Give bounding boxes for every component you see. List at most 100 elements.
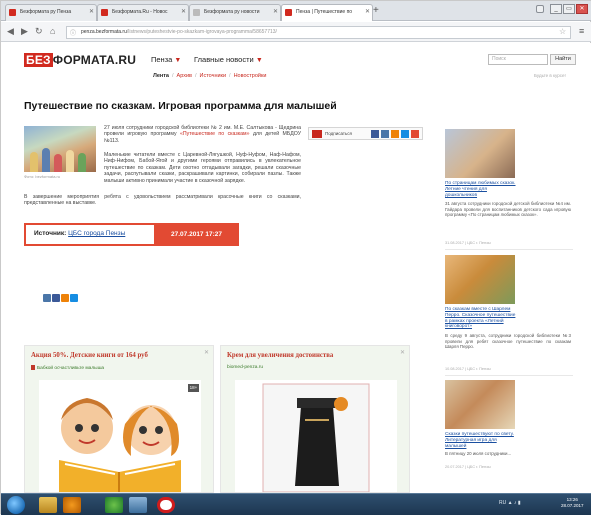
address-toolbar: ◀ ▶ ↻ ⌂ ⓘ penza.bezformata.ru/listnews/p… [1, 22, 591, 42]
opera-icon[interactable] [157, 497, 175, 513]
url-field[interactable]: ⓘ penza.bezformata.ru/listnews/puteshest… [66, 26, 571, 39]
search-button[interactable]: Найти [550, 54, 576, 65]
article-photo[interactable] [24, 126, 96, 172]
vk-icon[interactable] [381, 130, 389, 138]
odnoklassniki-icon[interactable] [391, 130, 399, 138]
related-news-link[interactable]: По страницам любимых сказок. Летние чтен… [445, 181, 519, 198]
bookmark-star-icon[interactable]: ☆ [559, 27, 566, 36]
close-icon[interactable]: ✕ [204, 349, 209, 356]
cream-tube-illustration [235, 380, 397, 493]
related-news-date: 10.08.2017 | ЦБС г. Пензы [445, 367, 491, 371]
article-title: Путешествие по сказкам. Игровая программ… [24, 100, 337, 112]
dropdown-arrow-icon: ▼ [174, 57, 182, 64]
subnav-link[interactable]: Архив [177, 73, 192, 79]
mailru-icon[interactable] [70, 294, 78, 302]
related-news-image[interactable] [445, 380, 515, 429]
related-news-date: 20.07.2017 | ЦБС г. Пензы [445, 465, 491, 469]
site-logo[interactable]: БЕЗ ФОРМАТА.RU [24, 53, 136, 67]
close-icon[interactable]: ✕ [400, 349, 405, 356]
reload-button[interactable]: ↻ [35, 26, 43, 37]
browser-tab[interactable]: Безформата ру Пенза ✕ [5, 4, 97, 21]
search-input[interactable]: Поиск [488, 54, 548, 65]
close-icon[interactable]: ✕ [365, 5, 370, 20]
tab-label: Безформата ру Пенза [20, 9, 72, 15]
tab-strip: Безформата ру Пенза ✕ Безформата.Ru - Но… [1, 1, 591, 21]
browser-tab[interactable]: Безформата.Ru - Новос ✕ [97, 4, 189, 21]
ad-image[interactable] [235, 380, 397, 493]
favicon-icon [101, 9, 108, 16]
dropdown-arrow-icon: ▼ [255, 57, 263, 64]
related-news-link[interactable]: По сказкам вместе с Шарлем Перро. Сказоч… [445, 307, 519, 330]
window-close-button[interactable]: ✕ [576, 4, 588, 14]
media-player-icon[interactable] [63, 497, 81, 513]
source-label-text: Источник: [34, 230, 67, 237]
language-indicator[interactable]: RU [499, 500, 506, 506]
ad-subtitle: Бабкой осчастливьте малыша [31, 365, 104, 371]
divider [445, 249, 573, 250]
publish-datetime: 27.07.2017 17:27 [154, 225, 239, 244]
sub-navigation: Лента / Архив / Источники / Новостройки [153, 73, 267, 79]
main-news-menu[interactable]: Главные новости ▼ [194, 55, 263, 64]
more-share-icon[interactable] [411, 130, 419, 138]
header-note: Будьте в курсе! [534, 73, 566, 78]
mailru-icon[interactable] [401, 130, 409, 138]
back-button[interactable]: ◀ [7, 26, 14, 37]
ad-title[interactable]: Акция 50%. Детские книги от 164 руб [31, 352, 148, 359]
source-label: Источник: ЦБС города Пензы [34, 230, 125, 237]
article-inline-link[interactable]: «Путешествие по сказкам» [180, 131, 249, 137]
subnav-link[interactable]: Новостройки [234, 73, 267, 79]
article-paragraph: В завершение мероприятия ребята с удовол… [24, 194, 301, 207]
tab-label: Безформата ру новости [204, 9, 260, 15]
ad-title[interactable]: Крем для увеличения достоинства [227, 352, 333, 359]
vk-icon[interactable] [43, 294, 51, 302]
forward-button[interactable]: ▶ [21, 26, 28, 37]
browser-tab-active[interactable]: Пенза | Путешествие по ✕ [281, 4, 373, 21]
ad-block[interactable]: Крем для увеличения достоинства biomed-p… [220, 345, 410, 493]
odnoklassniki-icon[interactable] [61, 294, 69, 302]
related-news-image[interactable] [445, 255, 515, 304]
home-button[interactable]: ⌂ [50, 26, 55, 37]
facebook-icon[interactable] [52, 294, 60, 302]
city-label: Пенза [151, 55, 173, 64]
maximize-button[interactable]: ▭ [563, 4, 575, 14]
close-icon[interactable]: ✕ [273, 5, 278, 20]
logo-prefix: БЕЗ [24, 53, 53, 67]
related-news-text: 31 августа сотрудники городской детской … [445, 201, 571, 218]
ad-subtitle-text: Бабкой осчастливьте малыша [37, 365, 105, 371]
subnav-current[interactable]: Лента [153, 73, 169, 79]
share-buttons-row [43, 289, 79, 307]
close-icon[interactable]: ✕ [89, 5, 94, 20]
ad-image[interactable]: 18+ [39, 380, 201, 492]
related-news-date: 31.08.2017 | ЦБС г. Пензы [445, 241, 491, 245]
share-widget[interactable]: Подписаться [308, 127, 423, 140]
browser-tab[interactable]: Безформата ру новости ✕ [189, 4, 281, 21]
minimize-button[interactable]: _ [550, 4, 562, 14]
web-page: БЕЗ ФОРМАТА.RU Пенза ▼ Главные новости ▼ … [1, 43, 591, 493]
related-news-text: В среду 9 августа, сотрудники городской … [445, 333, 571, 350]
ad-block[interactable]: Акция 50%. Детские книги от 164 руб Бабк… [24, 345, 214, 493]
page-info-icon[interactable]: ⓘ [70, 29, 76, 38]
related-news-image[interactable] [445, 129, 515, 178]
ad-subtitle: biomed-penza.ru [227, 365, 263, 370]
chrome-icon[interactable] [105, 497, 123, 513]
browser-menu-button[interactable]: ≡ [579, 26, 584, 37]
new-tab-button[interactable]: + [373, 5, 379, 17]
tab-label: Пенза | Путешествие по [296, 9, 353, 15]
subnav-link[interactable]: Источники [199, 73, 226, 79]
main-news-label: Главные новости [194, 55, 254, 64]
city-selector[interactable]: Пенза ▼ [151, 55, 181, 64]
start-button[interactable] [7, 496, 25, 514]
clock-date: 28.07.2017 [561, 503, 584, 508]
system-tray[interactable]: RU ▲ ♪ ▮ [499, 500, 521, 506]
taskbar-clock[interactable]: 13:26 28.07.2017 [561, 497, 584, 509]
user-icon[interactable] [536, 5, 544, 13]
share-label: Подписаться [325, 131, 352, 136]
related-news-link[interactable]: Сказки путешествуют по свету. Литературн… [445, 432, 519, 449]
logo-rest: ФОРМАТА.RU [52, 53, 137, 67]
close-icon[interactable]: ✕ [181, 5, 186, 20]
file-explorer-icon[interactable] [39, 497, 57, 513]
facebook-icon[interactable] [371, 130, 379, 138]
source-link[interactable]: ЦБС города Пензы [68, 230, 125, 237]
app-window-icon[interactable] [129, 497, 147, 513]
photo-caption: Фото: bezformata.ru [24, 174, 61, 179]
